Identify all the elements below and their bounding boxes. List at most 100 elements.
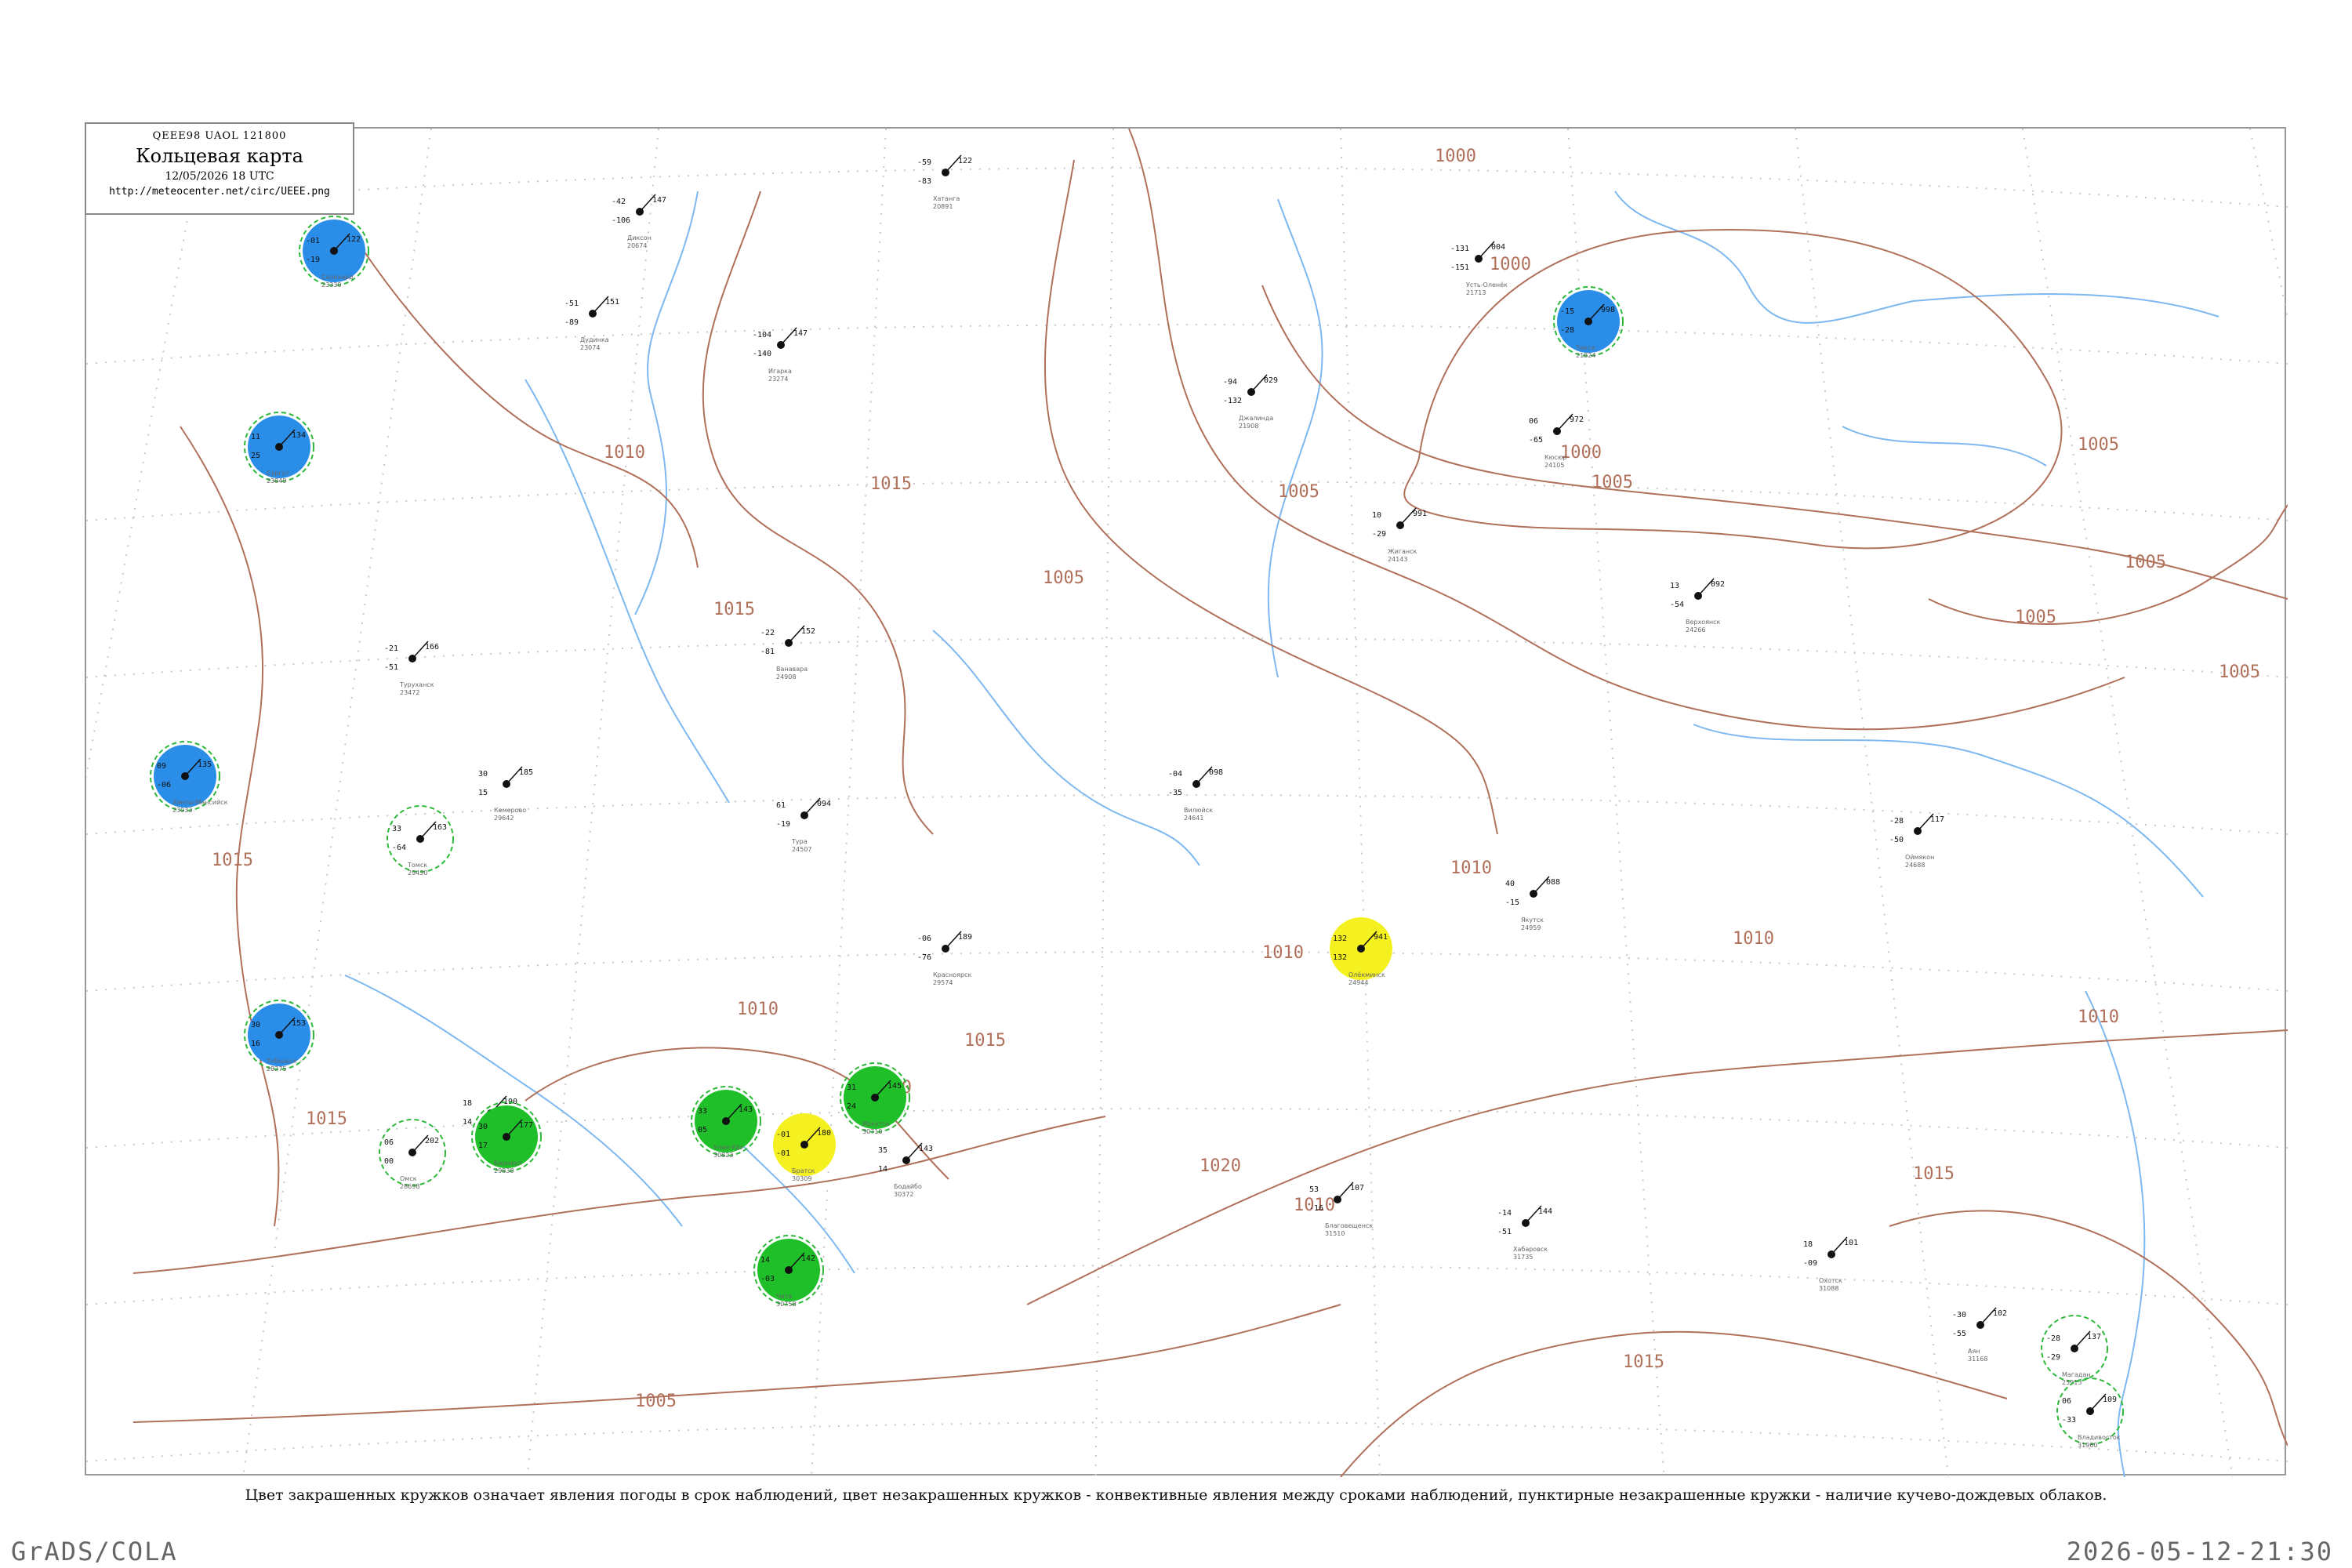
station-name: Жиганск: [1388, 548, 1417, 555]
isobar-label: 1015: [306, 1109, 347, 1129]
station-value: 088: [1546, 878, 1560, 887]
station-value: -51: [564, 299, 579, 308]
station-value: 35: [878, 1146, 887, 1155]
station-value: 25: [251, 452, 260, 460]
station-value: -28: [1889, 817, 1904, 826]
station-plot: 092 13 -54 Верхоянск24266: [1670, 578, 1725, 633]
station-id: 31735: [1513, 1254, 1533, 1261]
meridian-line: [1340, 129, 1381, 1477]
station-id: 23074: [580, 344, 600, 351]
station-plot: 094 61 -19 Тура24507: [776, 797, 831, 853]
station-id: 23274: [768, 376, 788, 383]
station-id: 24688: [1905, 862, 1925, 869]
station-id: 29642: [494, 815, 514, 822]
station-value: -51: [384, 663, 398, 672]
station-value: -51: [1497, 1228, 1512, 1236]
station-value: 30: [478, 770, 488, 779]
isobar-line: [1044, 159, 1498, 835]
station-value: 137: [2087, 1333, 2101, 1341]
station-id: 24143: [1388, 556, 1407, 563]
station-value: 132: [1333, 953, 1347, 962]
station-plot: 189 -06 -76 Красноярск29574: [917, 931, 972, 986]
isobar-label: 1015: [713, 600, 755, 619]
station-name: Кемерово: [494, 807, 526, 814]
river-line: [634, 191, 699, 615]
isobar-line: [180, 426, 280, 1227]
station-value: 14: [463, 1118, 472, 1127]
station-value: -01: [776, 1149, 790, 1158]
station-plot: 134 11 25 Сургут23849: [244, 412, 314, 485]
station-name: Хабаровск: [1513, 1246, 1548, 1253]
isobar-label: 1015: [212, 851, 253, 870]
station-plot: 147 -104 -140 Игарка23274: [753, 327, 808, 383]
footer-software: GrADS/COLA: [11, 1537, 178, 1566]
parallel-line: [86, 1265, 2288, 1305]
station-plot: 098 -04 -35 Вилюйск24641: [1168, 766, 1223, 822]
station-value: 06: [2062, 1397, 2071, 1406]
station-value: 098: [1209, 768, 1223, 777]
station-id: 28275: [267, 1065, 286, 1073]
station-value: 17: [478, 1142, 488, 1150]
station-name: Иркутск: [862, 1120, 890, 1127]
meridian-line: [2022, 129, 2234, 1477]
station-value: -16: [1309, 1204, 1323, 1213]
station-value: 117: [1930, 815, 1944, 824]
station-id: 31088: [1819, 1285, 1838, 1292]
station-plot: 177 30 17 Барнаул29838: [471, 1102, 542, 1174]
station-value: 147: [652, 196, 666, 205]
station-value: 101: [1844, 1239, 1858, 1247]
station-value: -19: [776, 820, 790, 829]
station-value: 202: [425, 1137, 439, 1145]
station-value: 30: [478, 1123, 488, 1131]
station-value: -09: [1803, 1259, 1817, 1268]
station-value: 143: [919, 1145, 933, 1153]
isobar-label: 1005: [2015, 608, 2056, 627]
station-value: 941: [1374, 933, 1388, 942]
isobar-label: 1000: [1435, 147, 1476, 166]
station-name: Охотск: [1819, 1277, 1842, 1284]
station-name: Диксон: [627, 234, 652, 241]
station-value: 189: [958, 933, 972, 942]
station-value: 142: [801, 1254, 815, 1263]
station-plot: 144 -14 -51 Хабаровск31735: [1497, 1205, 1552, 1261]
station-value: 40: [1505, 880, 1515, 888]
station-plot: 941 132 132 Олёкминск24944: [1330, 917, 1392, 986]
station-plot: 102 -30 -55 Аян31168: [1952, 1307, 2007, 1363]
station-value: -28: [2046, 1334, 2060, 1343]
station-value: -28: [1560, 326, 1574, 335]
station-plot: 109 06 -33 Владивосток31960: [2056, 1377, 2124, 1449]
station-name: Туруханск: [399, 681, 434, 688]
station-name: Вилюйск: [1184, 807, 1213, 814]
station-value: 145: [887, 1082, 902, 1091]
river-line: [1614, 191, 1914, 324]
station-value: 185: [519, 768, 533, 777]
station-plot: 180 -01 -01 Братск30309: [773, 1113, 836, 1182]
station-plot: 135 09 -06 Ханты-Мансийск23933: [150, 741, 228, 814]
station-value: -50: [1889, 836, 1904, 844]
footer-timestamp: 2026-05-12-21:30: [2066, 1537, 2333, 1566]
isobar-label: 1000: [1490, 255, 1531, 274]
station-value: 13: [1670, 582, 1679, 590]
isobar-line: [1403, 228, 2063, 550]
station-id: 23849: [267, 477, 286, 485]
station-name: Томск: [407, 862, 427, 869]
station-value: -55: [1952, 1330, 1966, 1338]
station-value: 163: [433, 823, 447, 832]
station-name: Улан-Удэ: [713, 1144, 743, 1151]
station-value: 06: [384, 1138, 394, 1147]
source-url[interactable]: http://meteocenter.net/circ/UEEE.png: [86, 186, 353, 198]
parallel-line: [86, 167, 2288, 208]
isobar-label: 1020: [1200, 1156, 1241, 1176]
station-id: 31960: [2078, 1442, 2097, 1449]
station-id: 29838: [494, 1167, 514, 1174]
station-value: 134: [292, 431, 306, 440]
legend-caption: Цвет закрашенных кружков означает явлени…: [245, 1486, 2107, 1504]
station-value: -01: [776, 1131, 790, 1139]
meridian-line: [1795, 129, 1949, 1477]
station-id: 23933: [172, 807, 192, 814]
station-plot: 029 -94 -132 Джалинда21908: [1223, 374, 1278, 430]
station-value: 998: [1601, 306, 1615, 314]
isobar-label: 1005: [635, 1392, 677, 1411]
station-value: 135: [198, 760, 212, 769]
station-value: -06: [917, 935, 931, 943]
